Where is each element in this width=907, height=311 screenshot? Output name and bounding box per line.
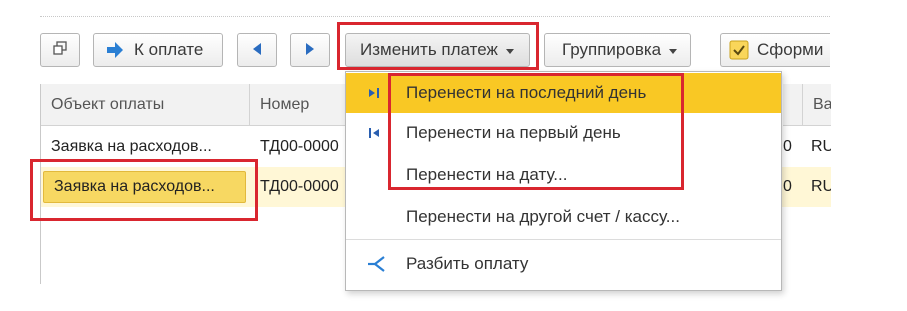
menu-item-move-to-account[interactable]: Перенести на другой счет / кассу... [346,197,781,237]
chevron-down-icon [669,48,678,54]
grouping-button[interactable]: Группировка [544,33,691,67]
menu-item-split-payment[interactable]: Разбить оплату [346,244,781,284]
prev-button[interactable] [237,33,277,67]
copy-icon [53,40,67,60]
generate-button[interactable]: Сформи [720,33,830,67]
annotation-highlight-button [337,22,539,70]
grouping-label: Группировка [562,40,662,59]
arrow-right-icon [305,40,315,60]
annotation-highlight-row [30,159,258,221]
to-payment-label: К оплате [134,40,204,59]
arrow-left-icon [252,40,262,60]
split-icon [366,254,386,274]
checkbox-icon [729,40,749,60]
column-header-number[interactable]: Номер [250,84,346,126]
row-currency-cell: RU [811,178,831,195]
copy-button[interactable] [40,33,80,67]
jump-to-last-icon [366,85,382,101]
menu-separator [346,239,781,240]
next-button[interactable] [290,33,330,67]
top-divider [40,16,830,17]
annotation-highlight-menu-items [388,73,684,190]
generate-label: Сформи [757,40,824,59]
column-header-currency[interactable]: Ва [803,84,831,126]
row-currency-cell: RU [811,138,831,155]
column-header-object[interactable]: Объект оплаты [41,84,250,126]
row-number-cell: ТД00-0000 [260,178,339,195]
column-header-spacer [783,84,803,126]
jump-to-first-icon [366,125,382,141]
row-number-cell: ТД00-0000 [260,138,339,155]
to-payment-button[interactable]: К оплате [93,33,223,67]
row-amount-cell: 0 [783,138,792,155]
row-amount-cell: 0 [783,178,792,195]
blue-arrow-right-icon [106,41,124,59]
